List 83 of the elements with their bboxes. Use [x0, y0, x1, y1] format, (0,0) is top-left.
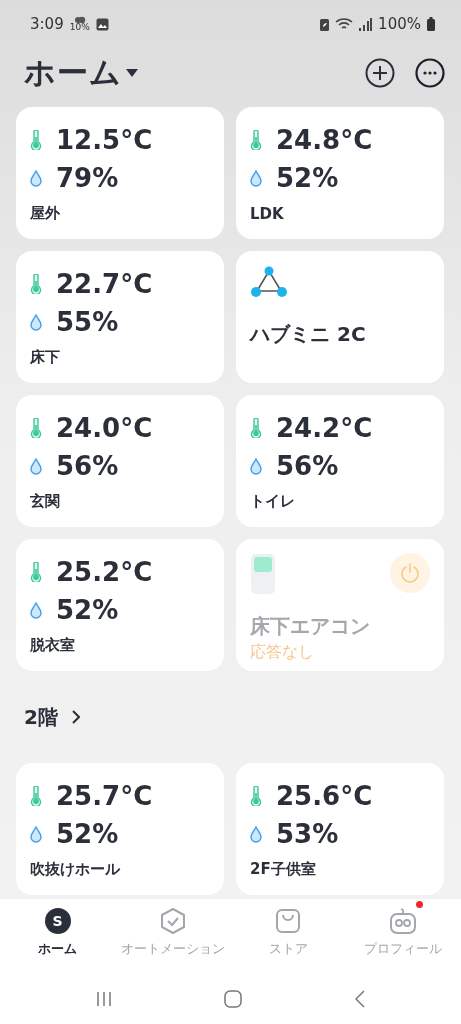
- humidity-value: 52%: [56, 595, 119, 625]
- tab[interactable]: S ホーム: [0, 899, 116, 979]
- back-icon: [354, 989, 365, 1008]
- temperature-value: 22.7°C: [56, 269, 153, 299]
- add-icon: [365, 58, 395, 88]
- robot-icon: [389, 907, 418, 935]
- thermometer-icon: [30, 418, 42, 438]
- home-button[interactable]: [224, 989, 243, 1008]
- device-card[interactable]: 24.2°C 56% トイレ: [236, 395, 444, 527]
- signal-icon: [359, 17, 373, 31]
- recent-apps-button[interactable]: [96, 990, 113, 1007]
- cloud-icon: [73, 16, 86, 23]
- humidity-value: 53%: [276, 819, 339, 849]
- temperature-value: 24.8°C: [276, 125, 373, 155]
- water-drop-icon: [30, 457, 42, 475]
- home-logo-icon: S: [44, 908, 71, 934]
- more-button[interactable]: [415, 58, 445, 88]
- thermometer-icon: [30, 562, 42, 582]
- battery-saver-icon: [320, 17, 330, 31]
- device-card[interactable]: 22.7°C 55% 床下: [16, 251, 224, 383]
- chevron-right-icon: [71, 710, 80, 724]
- temperature-value: 25.6°C: [276, 781, 373, 811]
- battery-icon: [427, 17, 435, 31]
- temperature-value: 25.7°C: [56, 781, 153, 811]
- more-icon: [415, 58, 445, 88]
- water-drop-icon: [250, 457, 262, 475]
- thermometer-icon: [30, 274, 42, 294]
- temperature-value: 12.5°C: [56, 125, 153, 155]
- water-drop-icon: [30, 169, 42, 187]
- water-drop-icon: [30, 313, 42, 331]
- device-name: 脱衣室: [30, 636, 76, 656]
- device-card[interactable]: 24.8°C 52% LDK: [236, 107, 444, 239]
- device-status: 応答なし: [250, 642, 315, 663]
- water-drop-icon: [30, 601, 42, 619]
- water-drop-icon: [250, 169, 262, 187]
- device-name: 吹抜けホール: [30, 860, 121, 880]
- device-card[interactable]: 25.6°C 53% 2F子供室: [236, 763, 444, 895]
- thermometer-icon: [250, 418, 262, 438]
- humidity-value: 52%: [276, 163, 339, 193]
- home-icon: [224, 989, 243, 1008]
- temperature-value: 24.0°C: [56, 413, 153, 443]
- floor-title[interactable]: 2階: [24, 703, 58, 731]
- remote-icon: [250, 553, 276, 595]
- device-name: ハブミニ 2C: [250, 321, 367, 348]
- water-drop-icon: [250, 825, 262, 843]
- device-name: 屋外: [30, 204, 61, 224]
- device-name: 床下: [30, 348, 61, 368]
- device-card[interactable]: ハブミニ 2C: [236, 251, 444, 383]
- dropdown-caret-icon: [126, 69, 138, 77]
- back-button[interactable]: [354, 989, 365, 1008]
- humidity-value: 79%: [56, 163, 119, 193]
- device-name: トイレ: [250, 492, 296, 512]
- recent-apps-icon: [96, 990, 113, 1007]
- thermometer-icon: [30, 130, 42, 150]
- status-time: 3:09: [30, 15, 64, 33]
- device-card[interactable]: 25.7°C 52% 吹抜けホール: [16, 763, 224, 895]
- device-name: 2F子供室: [250, 860, 317, 880]
- power-icon: [399, 562, 421, 584]
- temperature-value: 24.2°C: [276, 413, 373, 443]
- device-card[interactable]: 24.0°C 56% 玄関: [16, 395, 224, 527]
- thermometer-icon: [30, 786, 42, 806]
- humidity-value: 55%: [56, 307, 119, 337]
- device-card[interactable]: 25.2°C 52% 脱衣室: [16, 539, 224, 671]
- thermometer-icon: [250, 130, 262, 150]
- humidity-value: 56%: [276, 451, 339, 481]
- device-card[interactable]: 12.5°C 79% 屋外: [16, 107, 224, 239]
- gallery-icon: [95, 17, 109, 31]
- weather-label: 10%: [69, 23, 90, 32]
- add-button[interactable]: [365, 58, 395, 88]
- temperature-value: 25.2°C: [56, 557, 153, 587]
- wifi-icon: [335, 17, 354, 31]
- bag-icon: [274, 907, 303, 935]
- device-name: 玄関: [30, 492, 61, 512]
- battery-percent: 100%: [378, 15, 421, 33]
- thermometer-icon: [250, 786, 262, 806]
- home-title[interactable]: ホーム: [24, 52, 122, 94]
- water-drop-icon: [30, 825, 42, 843]
- humidity-value: 52%: [56, 819, 119, 849]
- device-name: LDK: [250, 205, 285, 225]
- device-name: 床下エアコン: [250, 613, 371, 640]
- hexagon-check-icon: [158, 907, 187, 935]
- humidity-value: 56%: [56, 451, 119, 481]
- hub-icon: [250, 265, 288, 299]
